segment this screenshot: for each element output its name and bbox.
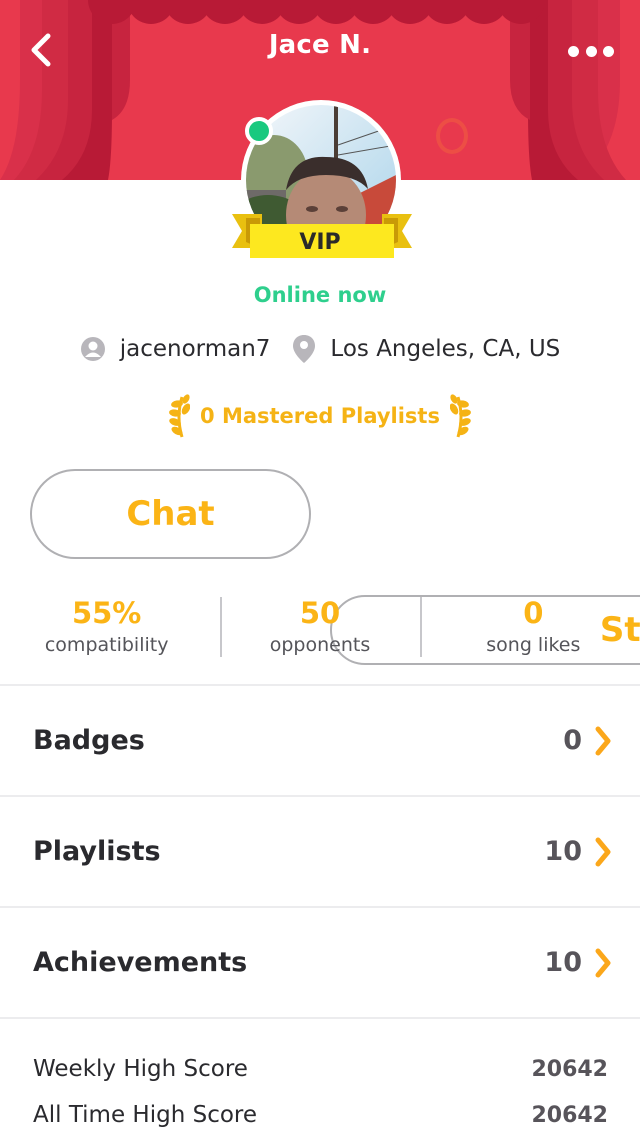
- score-label: Weekly High Score: [33, 1056, 248, 1082]
- section-count: 0: [563, 725, 582, 756]
- section-row-playlists[interactable]: Playlists 10: [0, 795, 640, 906]
- stat-label: opponents: [269, 634, 371, 656]
- more-horizontal-icon-dot: [568, 45, 579, 57]
- stat-value: 50: [299, 596, 341, 630]
- online-status: Online now: [253, 283, 387, 307]
- online-indicator: [245, 117, 273, 145]
- more-horizontal-icon-dot: [603, 45, 614, 57]
- section-row-badges[interactable]: Badges 0: [0, 684, 640, 795]
- score-value: 20642: [531, 1102, 608, 1128]
- score-value: 20642: [531, 1056, 608, 1082]
- vip-label: VIP: [299, 230, 341, 255]
- mastered-playlists-text: 0 Mastered Playlists: [200, 404, 440, 428]
- profile-sections: Badges 0 Playlists 10 Achievements 10: [0, 684, 640, 1019]
- section-label: Badges: [33, 725, 145, 756]
- more-options-button[interactable]: [568, 40, 614, 62]
- page-title: Jace N.: [268, 30, 372, 60]
- location-pin-icon: [293, 335, 316, 363]
- location: Los Angeles, CA, US: [330, 336, 561, 362]
- section-count: 10: [544, 947, 582, 978]
- section-label: Playlists: [33, 836, 161, 867]
- stat-song-likes: 0 song likes: [427, 595, 640, 665]
- score-row-weekly: Weekly High Score 20642: [33, 1046, 608, 1092]
- section-count: 10: [544, 836, 582, 867]
- chevron-right-icon: [595, 837, 611, 866]
- mastered-playlists: 0 Mastered Playlists: [0, 393, 640, 439]
- stat-compatibility: 55% compatibility: [0, 595, 213, 665]
- more-horizontal-icon-dot: [585, 45, 597, 57]
- stat-label: compatibility: [44, 634, 169, 656]
- high-scores: Weekly High Score 20642 All Time High Sc…: [33, 1046, 608, 1136]
- profile-meta: jacenorman7 Los Angeles, CA, US: [0, 334, 640, 364]
- divider: [0, 1017, 640, 1019]
- score-row-all-time: All Time High Score 20642: [33, 1092, 608, 1136]
- section-row-achievements[interactable]: Achievements 10: [0, 906, 640, 1017]
- user-icon: [80, 337, 105, 361]
- stat-divider: [220, 597, 222, 657]
- stat-divider: [420, 597, 422, 657]
- chat-button[interactable]: Chat: [30, 469, 311, 559]
- section-label: Achievements: [33, 947, 248, 978]
- stat-value: 55%: [71, 596, 142, 630]
- stats-summary: 55% compatibility 50 opponents 0 song li…: [0, 595, 640, 665]
- chevron-right-icon: [595, 726, 611, 755]
- score-label: All Time High Score: [33, 1102, 258, 1128]
- decorative-ring: [436, 118, 468, 154]
- stat-value: 0: [523, 596, 544, 630]
- stat-label: song likes: [486, 634, 581, 656]
- chevron-right-icon: [595, 948, 611, 977]
- laurel-left-icon: [169, 394, 191, 438]
- laurel-right-icon: [449, 394, 471, 438]
- stat-opponents: 50 opponents: [213, 595, 426, 665]
- username: jacenorman7: [119, 336, 271, 362]
